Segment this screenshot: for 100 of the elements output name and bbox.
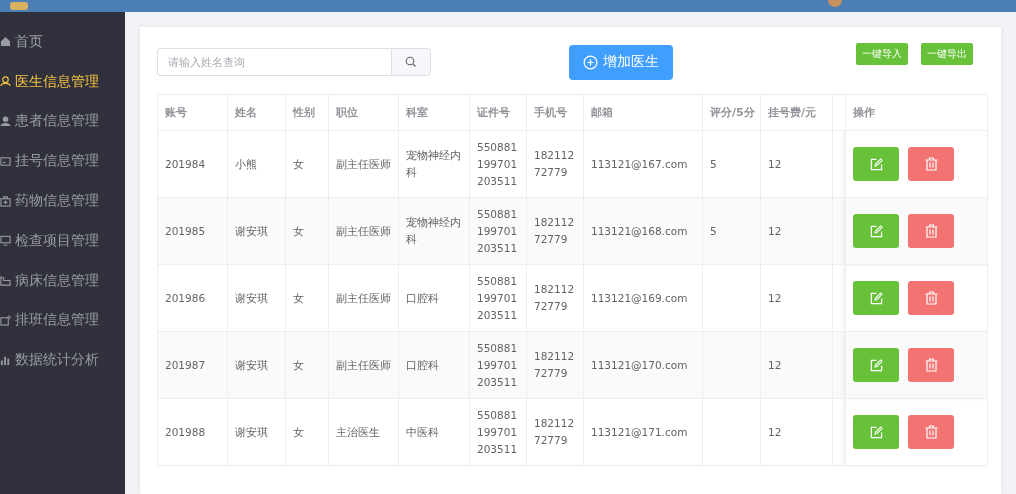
edit-icon (869, 224, 883, 238)
table-cell: 宠物神经内科 (398, 197, 470, 265)
column-header: 姓名 (227, 94, 286, 131)
table-cell: 女 (285, 398, 329, 466)
column-header: 邮箱 (583, 94, 703, 131)
sidebar-item[interactable]: 药物信息管理 (0, 181, 125, 221)
sidebar-item[interactable]: 首页 (0, 22, 125, 62)
table-cell: 副主任医师 (328, 197, 399, 265)
trash-icon (924, 425, 938, 439)
table-cell: 5 (702, 197, 761, 265)
trash-icon (924, 157, 938, 171)
table-cell: 550881199701203511 (469, 331, 527, 399)
table-cell: 宠物神经内科 (398, 130, 470, 198)
table-cell: 12 (760, 197, 833, 265)
avatar-icon[interactable] (828, 0, 842, 7)
table-cell: 12 (760, 398, 833, 466)
table-cell: 女 (285, 331, 329, 399)
add-doctor-button[interactable]: 增加医生 (569, 44, 673, 80)
table-cell: 113121@170.com (583, 331, 703, 399)
table-cell: 550881199701203511 (469, 197, 527, 265)
column-header: 科室 (398, 94, 470, 131)
sidebar-item[interactable]: 检查项目管理 (0, 221, 125, 261)
sidebar-item[interactable]: 病床信息管理 (0, 260, 125, 301)
table-cell: 113121@171.com (583, 398, 703, 466)
edit-button[interactable] (853, 415, 899, 449)
calendar-icon (0, 314, 11, 326)
table-cell: 12 (760, 331, 833, 399)
sidebar-item[interactable]: 挂号信息管理 (0, 141, 125, 182)
table-cell: 18211272779 (526, 264, 584, 332)
search-icon (405, 56, 417, 68)
table-cell: 550881199701203511 (469, 130, 527, 198)
sidebar-item[interactable]: 数据统计分析 (0, 340, 125, 381)
edit-button[interactable] (853, 147, 899, 181)
edit-icon (869, 291, 883, 305)
table-cell: 12 (760, 264, 833, 332)
edit-icon (869, 425, 883, 439)
delete-button[interactable] (908, 281, 954, 315)
table-cell: 18211272779 (526, 197, 584, 265)
search-field[interactable]: 请输入姓名查询 (157, 48, 391, 76)
table-cell: 201987 (157, 331, 228, 399)
table-cell: 女 (285, 130, 329, 198)
table-cell: 谢安琪 (227, 398, 286, 466)
column-header: 操作 (845, 94, 988, 131)
table-cell: 18211272779 (526, 398, 584, 466)
table-cell: 中医科 (398, 398, 470, 466)
table-cell: 副主任医师 (328, 130, 399, 198)
table-cell: 113121@169.com (583, 264, 703, 332)
delete-button[interactable] (908, 348, 954, 382)
table-cell: 谢安琪 (227, 197, 286, 265)
table-cell: 201986 (157, 264, 228, 332)
table-cell: 201988 (157, 398, 228, 466)
logo-icon (10, 2, 28, 10)
table-cell: 口腔科 (398, 264, 470, 332)
user-icon (0, 76, 11, 88)
table-cell: 201985 (157, 197, 228, 265)
column-header: 挂号费/元 (760, 94, 833, 131)
table-cell: 18211272779 (526, 331, 584, 399)
table-cell: 女 (285, 264, 329, 332)
table-cell: 5 (702, 130, 761, 198)
table-cell: 口腔科 (398, 331, 470, 399)
column-header: 职位 (328, 94, 399, 131)
table-cell: 主治医生 (328, 398, 399, 466)
edit-icon (869, 157, 883, 171)
sidebar-item[interactable]: 患者信息管理 (0, 101, 125, 142)
table-cell: 113121@168.com (583, 197, 703, 265)
column-header: 手机号 (526, 94, 584, 131)
edit-button[interactable] (853, 281, 899, 315)
table-cell: 550881199701203511 (469, 264, 527, 332)
medical-kit-icon (0, 195, 11, 207)
search-button[interactable] (391, 48, 431, 76)
home-icon (0, 36, 11, 48)
column-header: 账号 (157, 94, 228, 131)
bar-chart-icon (0, 354, 11, 366)
sidebar-item[interactable]: 医生信息管理 (0, 61, 125, 102)
table-cell: 18211272779 (526, 130, 584, 198)
table-cell: 谢安琪 (227, 331, 286, 399)
trash-icon (924, 224, 938, 238)
table-cell: 小熊 (227, 130, 286, 198)
trash-icon (924, 291, 938, 305)
bed-icon (0, 275, 11, 287)
delete-button[interactable] (908, 214, 954, 248)
edit-icon (869, 358, 883, 372)
delete-button[interactable] (908, 415, 954, 449)
sidebar-item[interactable]: 排班信息管理 (0, 300, 125, 341)
column-header: 评分/5分 (702, 94, 761, 131)
table-cell: 副主任医师 (328, 331, 399, 399)
table-cell: 113121@167.com (583, 130, 703, 198)
trash-icon (924, 358, 938, 372)
table-cell: 谢安琪 (227, 264, 286, 332)
table-cell: 550881199701203511 (469, 398, 527, 466)
edit-button[interactable] (853, 348, 899, 382)
monitor-icon (0, 235, 11, 247)
column-header: 性别 (285, 94, 329, 131)
ticket-icon (0, 155, 11, 167)
table-cell: 女 (285, 197, 329, 265)
person-icon (0, 116, 11, 127)
delete-button[interactable] (908, 147, 954, 181)
edit-button[interactable] (853, 214, 899, 248)
table-cell: 12 (760, 130, 833, 198)
table-cell: 副主任医师 (328, 264, 399, 332)
